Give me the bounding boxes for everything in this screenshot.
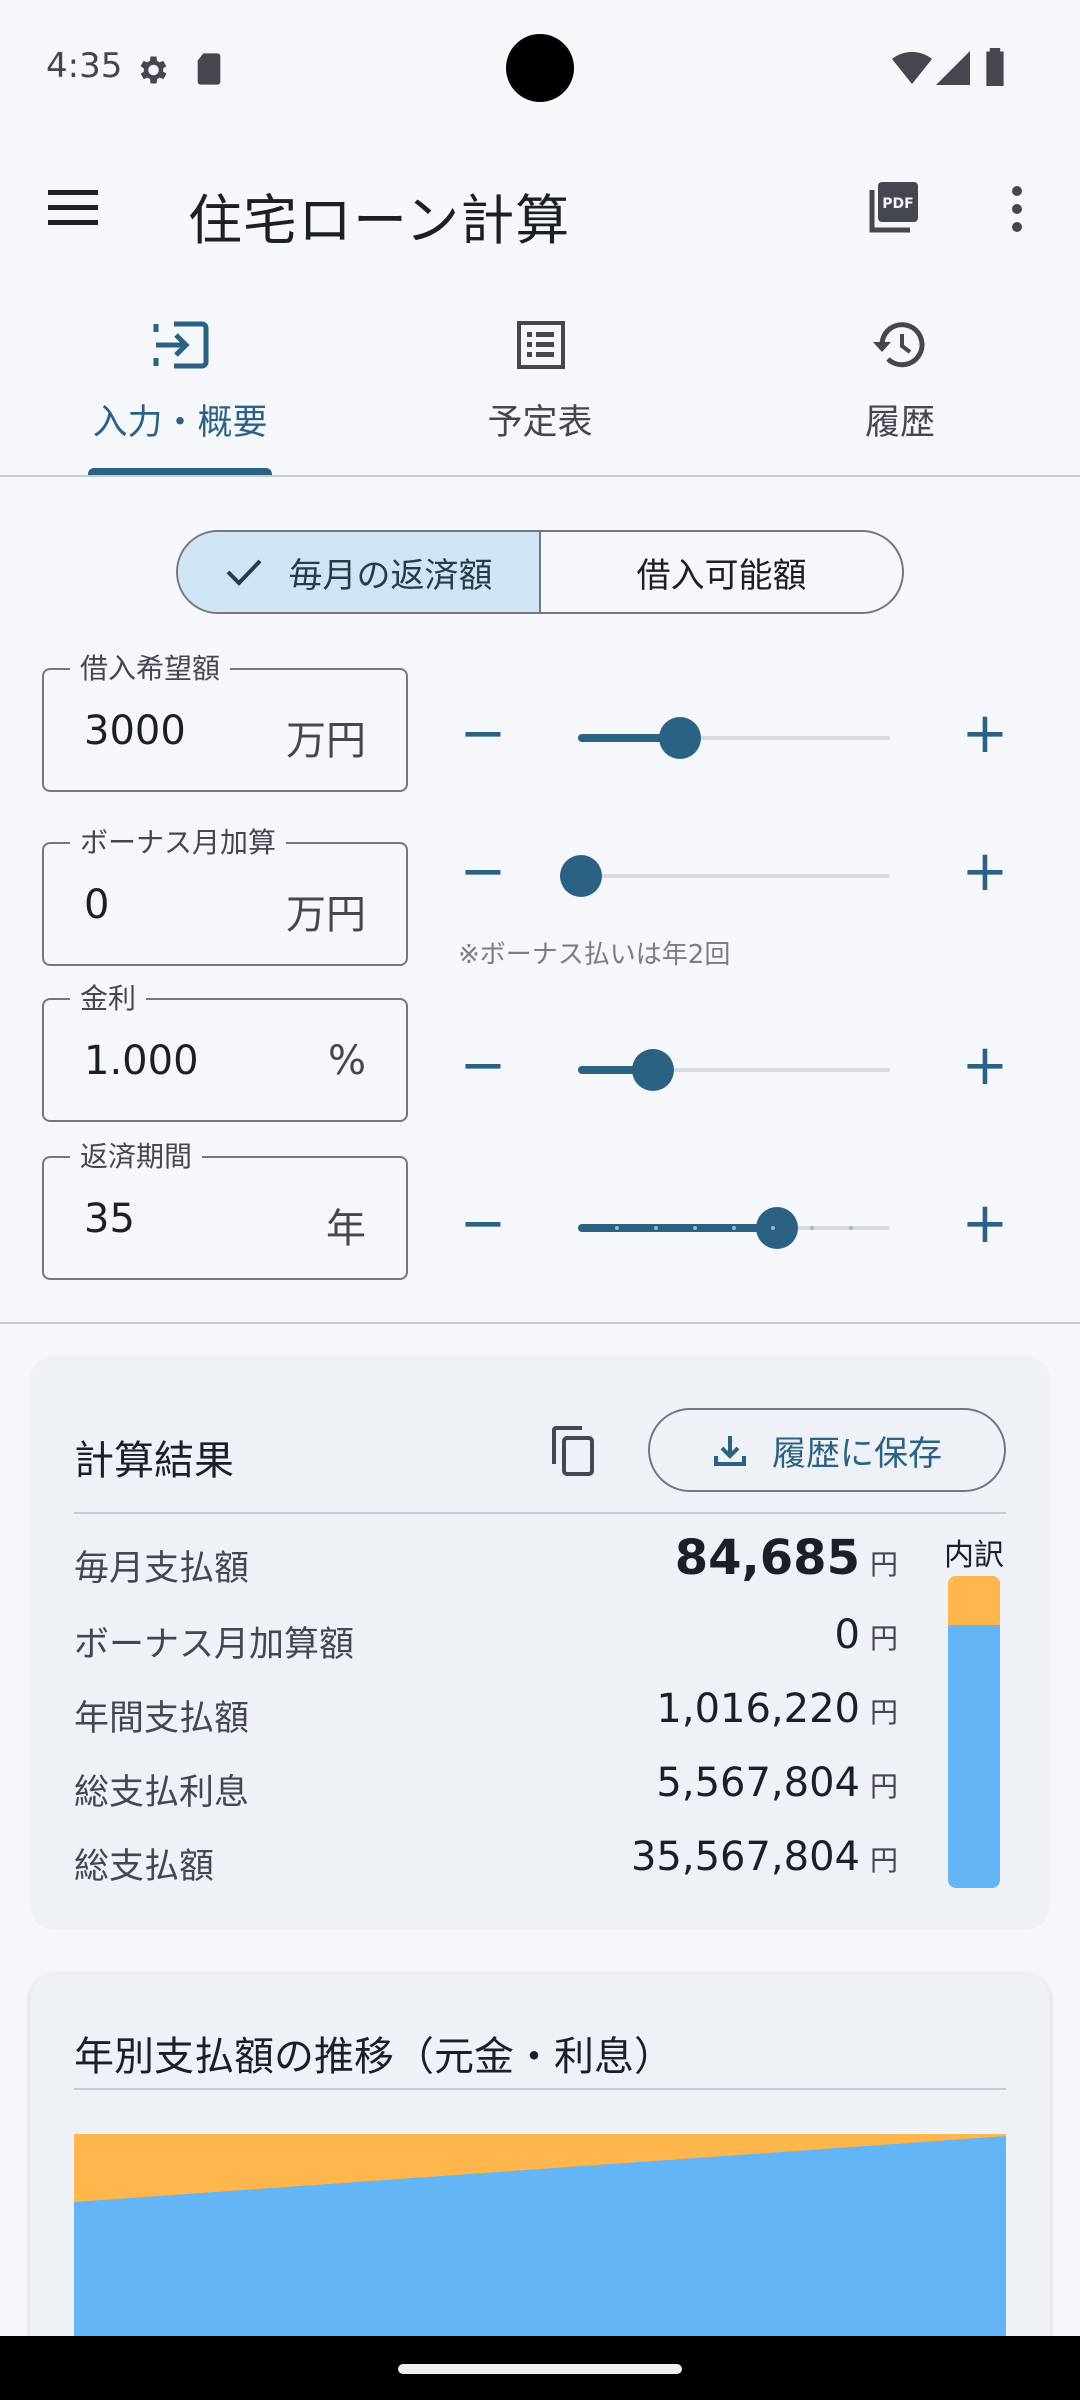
tab-label: 予定表 — [487, 403, 593, 443]
field-label: 返済期間 — [70, 1140, 203, 1174]
total-payment-value: 35,567,804 円 — [630, 1834, 898, 1880]
slider-tick — [732, 1226, 736, 1230]
svg-text:PDF: PDF — [882, 196, 913, 212]
menu-icon[interactable] — [46, 186, 102, 230]
card-divider — [74, 1512, 1006, 1514]
interest-rate-value: 1.000 — [84, 1038, 199, 1084]
field-unit: 年 — [326, 1206, 366, 1252]
interest-rate-field[interactable]: 金利 1.000 % — [42, 982, 408, 1122]
status-time: 4:35 — [46, 46, 123, 86]
camera-cutout — [506, 34, 574, 102]
slider-thumb[interactable] — [756, 1207, 799, 1249]
mode-label: 借入可能額 — [636, 555, 807, 596]
wifi-icon — [892, 52, 932, 84]
section-divider — [0, 1322, 1080, 1324]
tab-divider — [0, 475, 1080, 477]
tab-schedule[interactable]: 予定表 — [360, 320, 720, 470]
bonus-decrease-button[interactable]: − — [448, 840, 518, 910]
annual-payment-label: 年間支払額 — [74, 1699, 250, 1739]
input-icon — [153, 321, 209, 369]
home-gesture-handle[interactable] — [398, 2364, 682, 2374]
page-title: 住宅ローン計算 — [188, 189, 571, 252]
total-interest-value: 5,567,804 円 — [656, 1760, 898, 1806]
breakdown-interest-segment — [948, 1576, 1000, 1625]
interest-rate-slider[interactable] — [578, 1048, 890, 1092]
loan-amount-field[interactable]: 借入希望額 3000 万円 — [42, 652, 408, 792]
sd-card-icon — [197, 53, 221, 85]
signal-icon — [936, 51, 970, 85]
loan-amount-increase-button[interactable]: + — [950, 702, 1020, 772]
slider-tick — [693, 1226, 697, 1230]
more-options-icon[interactable] — [1000, 184, 1034, 234]
tab-input-overview[interactable]: 入力・概要 — [0, 320, 360, 470]
tab-label: 履歴 — [864, 403, 935, 443]
term-value: 35 — [84, 1196, 135, 1242]
settings-icon — [140, 56, 167, 84]
annual-payment-value: 1,016,220 円 — [656, 1686, 898, 1732]
save-history-button[interactable]: 履歴に保存 — [648, 1408, 1006, 1492]
slider-tick — [654, 1226, 658, 1230]
chart-divider — [74, 2088, 1006, 2090]
breakdown-label: 内訳 — [944, 1538, 1004, 1573]
slider-tick — [615, 1226, 619, 1230]
slider-thumb[interactable] — [632, 1049, 674, 1091]
monthly-payment-value: 84,685 円 — [674, 1530, 898, 1586]
bonus-slider[interactable] — [560, 854, 890, 898]
copy-icon[interactable] — [548, 1424, 598, 1478]
chart-title: 年別支払額の推移（元金・利息） — [74, 2034, 674, 2080]
calc-mode-toggle: 毎月の返済額 借入可能額 — [176, 530, 904, 614]
slider-tick — [771, 1226, 775, 1230]
bonus-hint: ※ボーナス払いは年2回 — [458, 940, 731, 970]
term-field[interactable]: 返済期間 35 年 — [42, 1140, 408, 1280]
slider-thumb[interactable] — [560, 855, 602, 897]
tab-label: 入力・概要 — [92, 403, 268, 443]
slider-tick — [849, 1226, 853, 1230]
history-icon — [873, 322, 925, 368]
total-interest-label: 総支払利息 — [74, 1773, 250, 1813]
interest-decrease-button[interactable]: − — [448, 1034, 518, 1104]
mode-borrowable-amount[interactable]: 借入可能額 — [541, 532, 902, 612]
term-decrease-button[interactable]: − — [448, 1192, 518, 1262]
payment-trend-chart — [74, 2134, 1006, 2340]
field-unit: 万円 — [286, 718, 366, 764]
slider-thumb[interactable] — [659, 717, 701, 759]
battery-icon — [986, 48, 1004, 86]
field-label: ボーナス月加算 — [70, 826, 287, 860]
interest-increase-button[interactable]: + — [950, 1034, 1020, 1104]
bonus-increase-button[interactable]: + — [950, 840, 1020, 910]
bonus-add-field[interactable]: ボーナス月加算 0 万円 — [42, 826, 408, 966]
term-increase-button[interactable]: + — [950, 1192, 1020, 1262]
check-icon — [226, 559, 261, 586]
bonus-add-value: 0 — [84, 882, 110, 928]
term-slider[interactable] — [578, 1206, 890, 1250]
save-label: 履歴に保存 — [772, 1433, 942, 1474]
result-title: 計算結果 — [74, 1438, 234, 1484]
mode-label: 毎月の返済額 — [288, 555, 493, 596]
total-payment-label: 総支払額 — [74, 1847, 215, 1887]
loan-amount-slider[interactable] — [578, 716, 890, 760]
tab-history[interactable]: 履歴 — [720, 320, 1080, 470]
list-icon — [517, 321, 565, 369]
field-unit: 万円 — [286, 892, 366, 938]
slider-tick — [810, 1226, 814, 1230]
breakdown-bar — [948, 1576, 1000, 1888]
monthly-payment-label: 毎月支払額 — [74, 1549, 250, 1589]
loan-amount-decrease-button[interactable]: − — [448, 702, 518, 772]
field-label: 借入希望額 — [70, 652, 231, 686]
field-unit: % — [327, 1038, 366, 1084]
pdf-export-icon[interactable]: PDF — [862, 178, 920, 238]
download-icon — [714, 1436, 746, 1466]
bonus-month-value: 0円 — [834, 1612, 898, 1658]
field-label: 金利 — [70, 982, 147, 1016]
loan-amount-value: 3000 — [84, 708, 186, 754]
bonus-month-label: ボーナス月加算額 — [74, 1625, 355, 1665]
mode-monthly-payment[interactable]: 毎月の返済額 — [178, 532, 541, 612]
